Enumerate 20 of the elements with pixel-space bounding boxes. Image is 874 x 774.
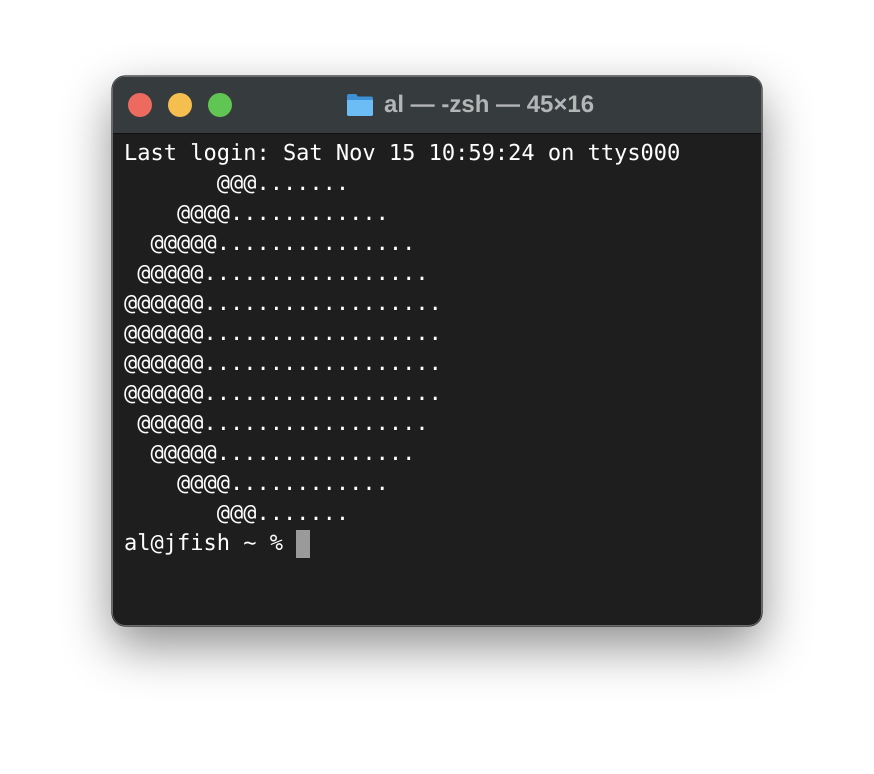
folder-icon xyxy=(346,93,374,117)
terminal-line: @@@....... xyxy=(216,500,350,528)
text-cursor xyxy=(296,530,310,558)
terminal-line: @@@@............ xyxy=(176,200,389,228)
terminal-line: @@@@@@.................. xyxy=(124,380,442,408)
terminal-line: @@@@@................. xyxy=(136,260,429,288)
shell-prompt: al@jfish ~ % xyxy=(124,530,283,558)
terminal-line: @@@@@................. xyxy=(136,410,429,438)
minimize-icon[interactable] xyxy=(168,93,192,117)
terminal-line: @@@@@............... xyxy=(149,230,416,258)
terminal-line: @@@@@@.................. xyxy=(124,320,442,348)
close-icon[interactable] xyxy=(128,93,152,117)
terminal-line: Last login: Sat Nov 15 10:59:24 on ttys000 xyxy=(124,140,680,168)
terminal-line: @@@@............ xyxy=(176,470,389,498)
window-title: al — -zsh — 45×16 xyxy=(384,91,594,119)
terminal-line: @@@@@............... xyxy=(149,440,416,468)
terminal-line: @@@@@@.................. xyxy=(124,350,442,378)
terminal-line: @@@@@@.................. xyxy=(124,290,442,318)
terminal-line: @@@....... xyxy=(216,170,350,198)
zoom-icon[interactable] xyxy=(208,93,232,117)
